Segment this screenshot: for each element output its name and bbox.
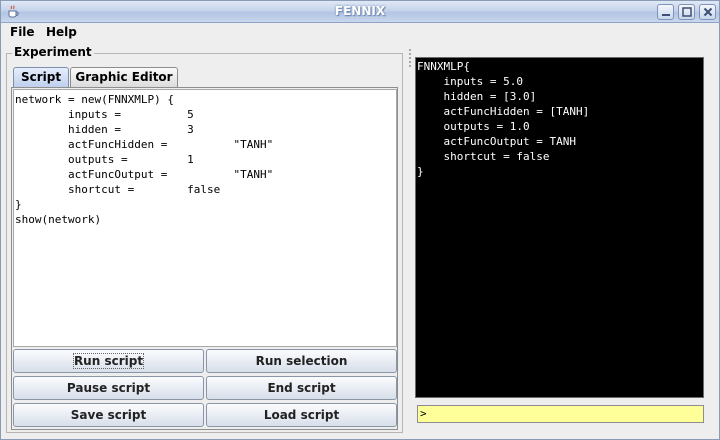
menu-file[interactable]: File: [10, 25, 35, 39]
menu-help[interactable]: Help: [46, 25, 77, 39]
menu-bar: File Help: [1, 23, 719, 43]
end-script-button[interactable]: End script: [206, 376, 397, 400]
app-window: FENNIX File Help Experiment Script Graph…: [0, 0, 720, 440]
run-selection-label: Run selection: [255, 354, 348, 368]
output-text-area[interactable]: FNNXMLP{ inputs = 5.0 hidden = [3.0] act…: [417, 59, 701, 395]
split-pane-divider[interactable]: [407, 43, 413, 439]
window-title: FENNIX: [334, 4, 386, 18]
command-input[interactable]: >: [417, 405, 704, 423]
run-script-label: Run script: [72, 353, 145, 369]
experiment-title: Experiment: [12, 45, 94, 59]
command-prompt: >: [420, 407, 427, 420]
script-text: network = new(FNNXMLP) { inputs = 5 hidd…: [15, 93, 274, 226]
close-button[interactable]: [699, 4, 716, 20]
save-script-label: Save script: [70, 408, 147, 422]
save-script-button[interactable]: Save script: [13, 403, 204, 427]
end-script-label: End script: [267, 381, 336, 395]
run-selection-button[interactable]: Run selection: [206, 349, 397, 373]
title-bar[interactable]: FENNIX: [1, 1, 719, 23]
tab-script[interactable]: Script: [13, 67, 69, 87]
minimize-button[interactable]: [657, 4, 674, 20]
output-text: FNNXMLP{ inputs = 5.0 hidden = [3.0] act…: [417, 60, 590, 178]
pause-script-button[interactable]: Pause script: [13, 376, 204, 400]
run-script-button[interactable]: Run script: [13, 349, 204, 373]
load-script-button[interactable]: Load script: [206, 403, 397, 427]
tab-graphic-editor[interactable]: Graphic Editor: [70, 67, 178, 87]
pause-script-label: Pause script: [66, 381, 151, 395]
script-editor[interactable]: network = new(FNNXMLP) { inputs = 5 hidd…: [13, 89, 397, 347]
maximize-button[interactable]: [678, 4, 695, 20]
load-script-label: Load script: [263, 408, 340, 422]
